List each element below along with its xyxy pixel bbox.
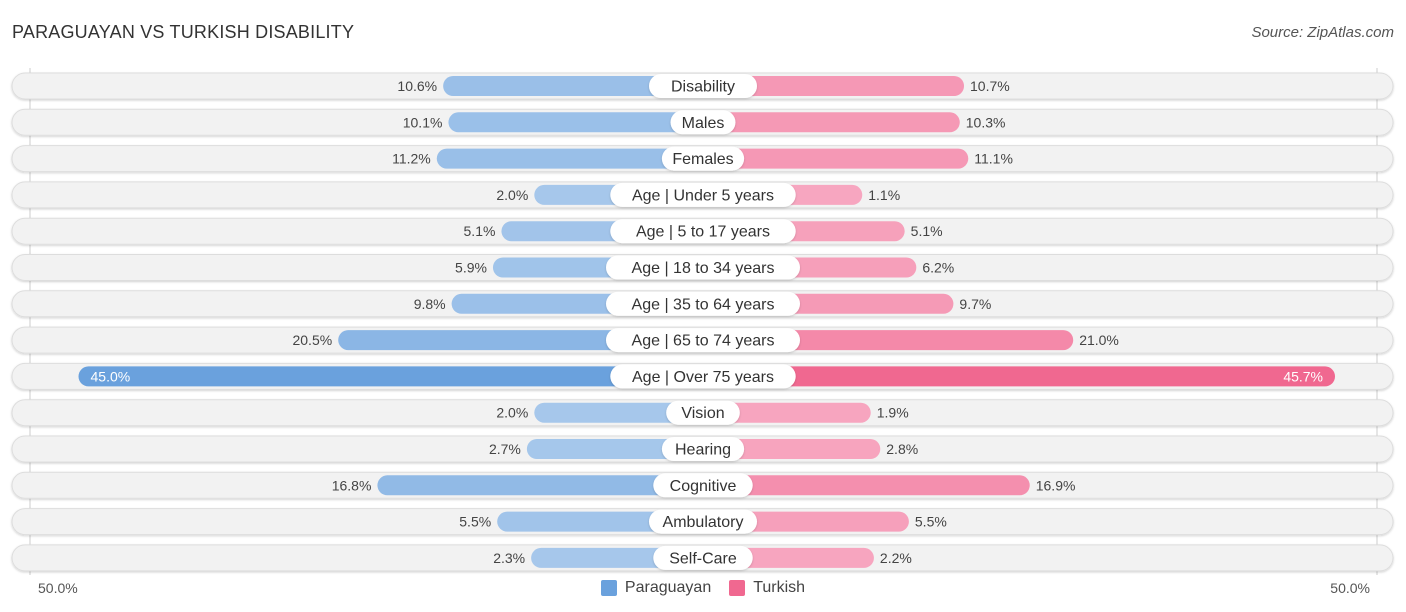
value-label-paraguayan: 9.8% (414, 296, 446, 312)
legend-item-turkish[interactable]: Turkish (729, 579, 805, 597)
value-label-turkish: 2.2% (880, 550, 912, 566)
value-label-paraguayan: 5.9% (455, 260, 487, 276)
category-label: Age | 5 to 17 years (636, 224, 770, 241)
legend-swatch-turkish (729, 580, 746, 596)
value-label-turkish: 11.1% (974, 151, 1013, 167)
bar-turkish[interactable] (703, 366, 1336, 387)
row-hearing: 2.7% 2.8% Hearing (11, 435, 1394, 463)
category-label: Males (682, 115, 725, 132)
value-label-turkish: 5.5% (915, 514, 947, 530)
category-label: Disability (671, 79, 735, 96)
category-label: Self-Care (669, 550, 737, 567)
category-label: Age | 35 to 64 years (632, 296, 775, 313)
legend-label-turkish: Turkish (753, 579, 806, 596)
value-label-turkish: 2.8% (886, 441, 918, 457)
legend-swatch-paraguayan (600, 580, 617, 596)
category-label: Age | 65 to 74 years (632, 333, 775, 350)
row-age-over-75-years: 45.0% 45.7% Age | Over 75 years (11, 362, 1394, 390)
value-label-turkish: 16.9% (1036, 477, 1076, 493)
value-label-turkish: 5.1% (911, 223, 943, 239)
value-label-turkish: 45.7% (1283, 368, 1323, 384)
row-age-18-to-34-years: 5.9% 6.2% Age | 18 to 34 years (11, 254, 1394, 281)
value-label-paraguayan: 5.5% (459, 514, 491, 530)
row-age-35-to-64-years: 9.8% 9.7% Age | 35 to 64 years (11, 290, 1394, 318)
row-males: 10.1% 10.3% Males (11, 108, 1394, 136)
row-females: 11.2% 11.1% Females (11, 145, 1394, 173)
category-label: Females (672, 151, 733, 168)
legend: Paraguayan Turkish (0, 579, 1406, 597)
chart-svg: 10.6% 10.7% Disability 10.1% 10.3% Males 11.2%… (11, 68, 1394, 575)
category-label: Age | Over 75 years (632, 369, 774, 386)
value-label-turkish: 6.2% (922, 260, 954, 276)
category-label: Vision (681, 405, 724, 422)
row-age-65-to-74-years: 20.5% 21.0% Age | 65 to 74 years (11, 326, 1394, 354)
bar-paraguayan[interactable] (448, 112, 703, 133)
value-label-paraguayan: 5.1% (464, 223, 496, 239)
value-label-paraguayan: 11.2% (392, 151, 431, 167)
category-label: Cognitive (670, 478, 737, 495)
bar-paraguayan[interactable] (78, 366, 704, 387)
value-label-paraguayan: 2.7% (489, 441, 521, 457)
value-label-turkish: 10.7% (970, 78, 1010, 94)
legend-item-paraguayan[interactable]: Paraguayan (600, 579, 712, 597)
value-label-turkish: 10.3% (966, 114, 1006, 130)
row-ambulatory: 5.5% 5.5% Ambulatory (11, 508, 1394, 536)
category-label: Hearing (675, 442, 731, 459)
category-label: Ambulatory (663, 514, 744, 531)
row-self-care: 2.3% 2.2% Self-Care (11, 544, 1394, 572)
value-label-paraguayan: 10.1% (403, 114, 443, 130)
value-label-paraguayan: 10.6% (397, 78, 437, 94)
value-label-paraguayan: 45.0% (91, 368, 131, 384)
bar-turkish[interactable] (703, 112, 960, 133)
category-label: Age | 18 to 34 years (632, 260, 775, 277)
row-vision: 2.0% 1.9% Vision (11, 399, 1394, 427)
row-age-under-5-years: 2.0% 1.1% Age | Under 5 years (11, 181, 1394, 209)
value-label-paraguayan: 2.0% (496, 405, 528, 421)
legend-label-paraguayan: Paraguayan (624, 579, 712, 596)
value-label-paraguayan: 20.5% (292, 332, 332, 348)
value-label-paraguayan: 16.8% (332, 477, 372, 493)
row-disability: 10.6% 10.7% Disability (11, 72, 1394, 100)
value-label-paraguayan: 2.0% (496, 187, 528, 203)
row-age-5-to-17-years: 5.1% 5.1% Age | 5 to 17 years (11, 217, 1394, 245)
value-label-turkish: 9.7% (959, 296, 991, 312)
value-label-turkish: 21.0% (1079, 332, 1119, 348)
value-label-paraguayan: 2.3% (493, 550, 525, 566)
value-label-turkish: 1.1% (868, 187, 900, 203)
category-label: Age | Under 5 years (632, 187, 774, 204)
row-cognitive: 16.8% 16.9% Cognitive (11, 471, 1394, 499)
value-label-turkish: 1.9% (877, 405, 909, 421)
